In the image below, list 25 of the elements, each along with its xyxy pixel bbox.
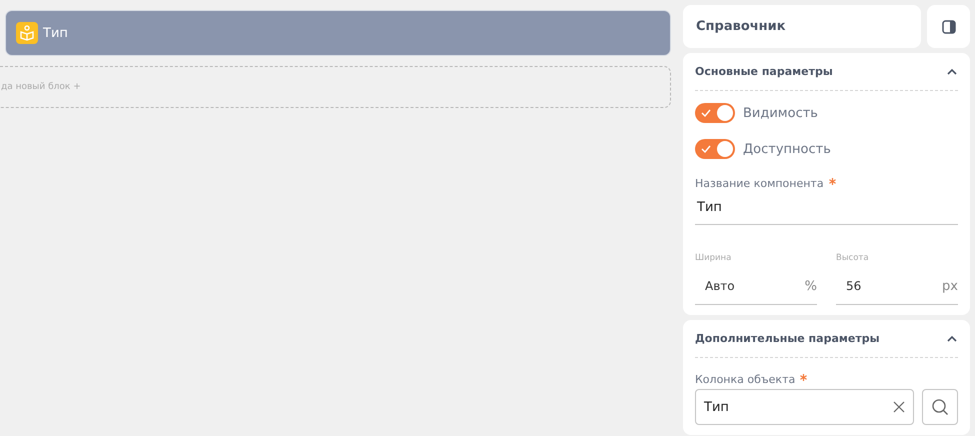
search-button[interactable] [922,389,958,425]
field-label: Название компонента [695,177,824,190]
section-title: Дополнительные параметры [695,332,880,345]
drop-zone-label: да новый блок + [1,82,81,92]
check-icon [701,108,711,118]
field-label: Колонка объекта [695,373,796,386]
section-title: Основные параметры [695,65,833,78]
input-field[interactable]: 56 px [836,268,958,305]
close-icon[interactable] [893,401,905,413]
toggle-label: Доступность [743,142,831,156]
panel-title: Справочник [696,19,786,34]
toggle-switch[interactable] [695,139,735,159]
check-icon [701,144,711,154]
input-field[interactable]: Тип [695,190,958,225]
toggle-switch[interactable] [695,103,735,123]
block-label: Тип [43,26,68,40]
input-field[interactable]: Авто % [695,268,817,305]
field-label: Ширина [695,253,732,263]
input-field[interactable]: Тип [695,389,914,425]
sidebar-icon [942,20,956,34]
search-icon [931,398,949,416]
book-icon [16,22,38,44]
field-label: Высота [836,253,869,263]
sidebar-toggle-button[interactable] [927,5,970,48]
toggle-label: Видимость [743,106,818,120]
